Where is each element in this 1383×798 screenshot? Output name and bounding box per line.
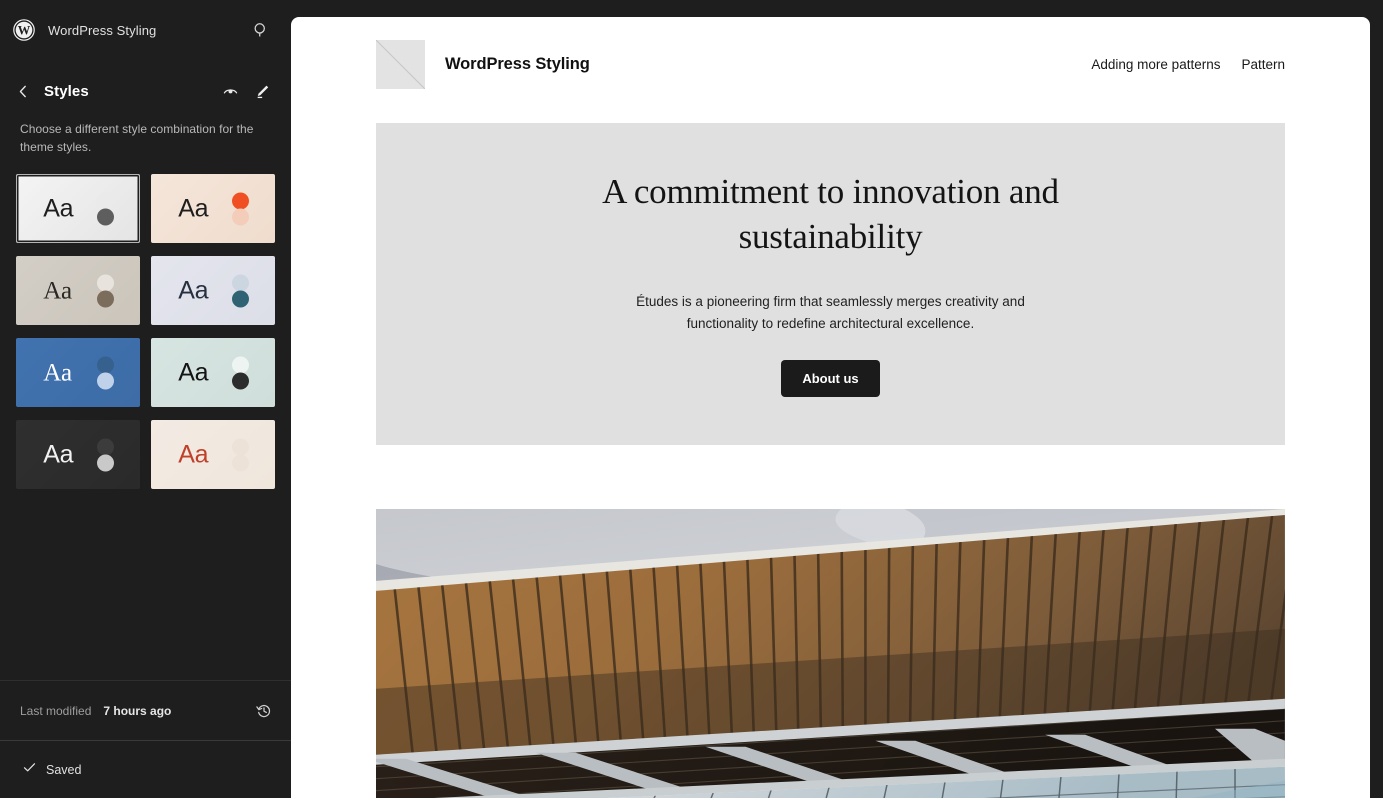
variation-face: Aa — [151, 420, 275, 490]
style-variation-4[interactable]: Aa — [16, 338, 140, 408]
variation-dot-bottom — [231, 454, 249, 472]
back-button[interactable] — [8, 76, 38, 106]
sidebar-site-title: WordPress Styling — [48, 22, 157, 38]
variation-dot-top — [96, 356, 114, 374]
last-modified-value: 7 hours ago — [103, 703, 172, 718]
variation-color-dots — [96, 274, 114, 308]
hero-section: A commitment to innovation and sustainab… — [376, 123, 1285, 445]
variation-typeface-sample: Aa — [178, 276, 209, 305]
variation-dot-top — [231, 356, 249, 374]
style-variation-1[interactable]: Aa — [151, 174, 275, 244]
nav-link-adding-more-patterns[interactable]: Adding more patterns — [1091, 57, 1220, 72]
style-variations-grid: Aa Aa Aa Aa Aa Aa Aa Aa — [0, 156, 291, 490]
variation-dot-top — [231, 192, 249, 210]
variation-face: Aa — [16, 338, 140, 408]
hero-heading: A commitment to innovation and sustainab… — [602, 172, 1059, 257]
variation-color-dots — [96, 192, 114, 226]
variation-color-dots — [96, 438, 114, 472]
style-variation-6[interactable]: Aa — [16, 420, 140, 490]
variation-dot-bottom — [96, 290, 114, 308]
variation-color-dots — [231, 192, 249, 226]
style-variation-2[interactable]: Aa — [16, 256, 140, 326]
variation-face: Aa — [151, 174, 275, 244]
preview-site-name: WordPress Styling — [445, 55, 590, 73]
save-status-bar[interactable]: Saved — [0, 740, 291, 798]
architectural-building-photo — [376, 509, 1285, 798]
styles-panel-header: Styles — [0, 60, 291, 114]
canvas-area: WordPress Styling Adding more patterns P… — [291, 0, 1383, 798]
site-editor-root: W WordPress Styling Styles Choose a diff… — [0, 0, 1383, 798]
style-variation-3[interactable]: Aa — [151, 256, 275, 326]
variation-color-dots — [231, 274, 249, 308]
page-title: Styles — [44, 82, 89, 100]
pencil-edit-icon[interactable] — [247, 76, 277, 106]
variation-face: Aa — [151, 338, 275, 408]
variation-face: Aa — [16, 420, 140, 490]
variation-typeface-sample: Aa — [178, 440, 209, 469]
search-icon[interactable] — [247, 16, 275, 44]
variation-dot-bottom — [96, 454, 114, 472]
variation-dot-top — [231, 274, 249, 292]
site-logo-placeholder-icon — [376, 40, 425, 89]
variation-face: Aa — [151, 256, 275, 326]
variation-face: Aa — [16, 256, 140, 326]
variation-dot-top — [96, 274, 114, 292]
nav-link-pattern[interactable]: Pattern — [1241, 57, 1285, 72]
variation-typeface-sample: Aa — [178, 194, 209, 223]
preview-site-nav: Adding more patterns Pattern — [1091, 57, 1285, 72]
variation-typeface-sample: Aa — [43, 277, 72, 305]
save-status-label: Saved — [46, 762, 82, 777]
variation-color-dots — [231, 438, 249, 472]
variation-color-dots — [231, 356, 249, 390]
about-us-button[interactable]: About us — [781, 360, 880, 397]
sidebar-site-bar: W WordPress Styling — [0, 0, 291, 60]
variation-dot-bottom — [231, 372, 249, 390]
variation-typeface-sample: Aa — [43, 194, 74, 223]
variation-dot-top — [96, 192, 114, 210]
wordpress-logo-icon[interactable]: W — [8, 14, 40, 46]
editor-sidebar: W WordPress Styling Styles Choose a diff… — [0, 0, 291, 798]
history-revisions-icon[interactable] — [251, 698, 277, 724]
variation-dot-top — [96, 438, 114, 456]
styles-description: Choose a different style combination for… — [20, 122, 254, 155]
variation-face: Aa — [16, 174, 140, 244]
hero-subtitle: Études is a pioneering firm that seamles… — [636, 294, 1025, 332]
eye-preview-icon[interactable] — [215, 76, 245, 106]
variation-dot-bottom — [231, 208, 249, 226]
style-variation-7[interactable]: Aa — [151, 420, 275, 490]
style-variation-0[interactable]: Aa — [16, 174, 140, 244]
check-icon — [22, 760, 37, 780]
variation-typeface-sample: Aa — [43, 440, 74, 469]
svg-text:W: W — [18, 23, 31, 37]
variation-typeface-sample: Aa — [178, 358, 209, 387]
variation-dot-bottom — [96, 208, 114, 226]
last-modified-label: Last modified — [20, 703, 92, 718]
variation-dot-bottom — [96, 372, 114, 390]
style-variation-5[interactable]: Aa — [151, 338, 275, 408]
site-preview-canvas[interactable]: WordPress Styling Adding more patterns P… — [291, 17, 1370, 798]
variation-dot-bottom — [231, 290, 249, 308]
last-modified-row: Last modified 7 hours ago — [0, 680, 291, 740]
variation-dot-top — [231, 438, 249, 456]
variation-typeface-sample: Aa — [43, 359, 72, 387]
variation-color-dots — [96, 356, 114, 390]
preview-site-header: WordPress Styling Adding more patterns P… — [291, 17, 1370, 95]
